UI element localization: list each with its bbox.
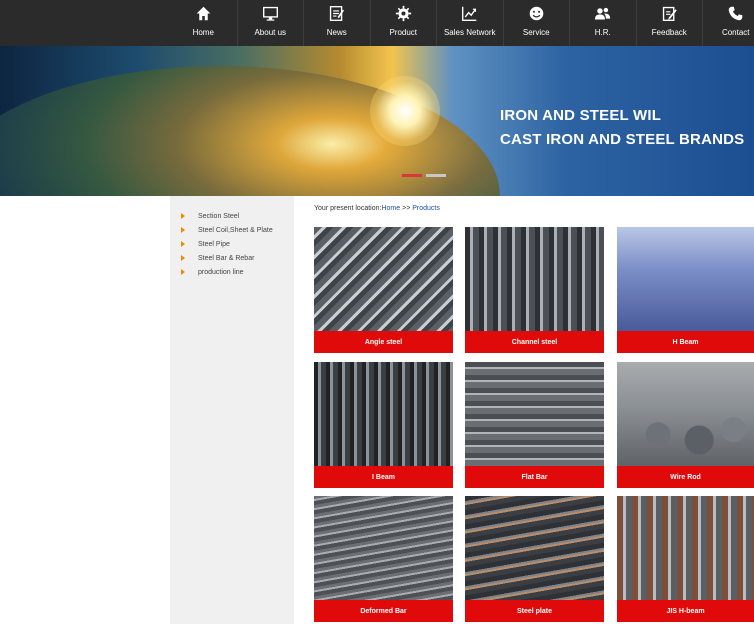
nav-label: H.R. bbox=[594, 28, 611, 37]
nav-item-about-us[interactable]: About us bbox=[236, 0, 304, 46]
sidebar-item-steel-pipe[interactable]: Steel Pipe bbox=[170, 237, 294, 251]
product-image bbox=[465, 362, 604, 466]
slider-dot-2[interactable] bbox=[426, 174, 446, 177]
product-card-i-beam[interactable]: I Beam bbox=[314, 362, 453, 488]
product-caption: Deformed Bar bbox=[314, 600, 453, 622]
nav-item-product[interactable]: Product bbox=[369, 0, 437, 46]
product-image bbox=[314, 362, 453, 466]
nav-label: Service bbox=[522, 28, 550, 37]
top-nav-bar: Home About us News Product Sales Network… bbox=[0, 0, 754, 46]
sidebar-item-label: Steel Coil,Sheet & Plate bbox=[198, 226, 273, 234]
product-card-flat-bar[interactable]: Flat Bar bbox=[465, 362, 604, 488]
sidebar-item-production-line[interactable]: production line bbox=[170, 265, 294, 279]
smiley-icon bbox=[529, 6, 544, 21]
phone-icon bbox=[728, 6, 743, 21]
product-caption: Wire Rod bbox=[617, 466, 754, 488]
gear-icon bbox=[395, 5, 411, 22]
product-caption: H Beam bbox=[617, 331, 754, 353]
slider-indicator bbox=[402, 174, 446, 177]
sidebar-item-section-steel[interactable]: Section Steel bbox=[170, 209, 294, 223]
sidebar-item-label: production line bbox=[198, 268, 244, 276]
product-image bbox=[314, 496, 453, 600]
product-caption: JIS H-beam bbox=[617, 600, 754, 622]
breadcrumb-home-link[interactable]: Home bbox=[381, 205, 400, 212]
nav-item-news[interactable]: News bbox=[303, 0, 370, 46]
product-caption: Channel steel bbox=[465, 331, 604, 353]
slider-dot-1[interactable] bbox=[402, 174, 422, 177]
nav-item-feedback[interactable]: Feedback bbox=[635, 0, 703, 46]
breadcrumb: Your present location:Home >> Products bbox=[314, 205, 440, 212]
monitor-icon bbox=[262, 6, 278, 21]
product-card-angle-steel[interactable]: Angle steel bbox=[314, 227, 453, 353]
product-image bbox=[617, 227, 754, 331]
arrow-right-icon bbox=[181, 227, 185, 233]
nav-item-sales-network[interactable]: Sales Network bbox=[436, 0, 503, 46]
sidebar-item-steel-coil[interactable]: Steel Coil,Sheet & Plate bbox=[170, 223, 294, 237]
sidebar-item-label: Section Steel bbox=[198, 212, 240, 220]
sidebar-item-steel-bar[interactable]: Steel Bar & Rebar bbox=[170, 251, 294, 265]
product-caption: I Beam bbox=[314, 466, 453, 488]
breadcrumb-current-link[interactable]: Products bbox=[412, 205, 440, 212]
breadcrumb-prefix: Your present location: bbox=[314, 205, 382, 212]
sunlight-glow bbox=[370, 76, 440, 146]
nav-label: News bbox=[326, 28, 347, 37]
product-caption: Steel plate bbox=[465, 600, 604, 622]
nav-item-home[interactable]: Home bbox=[170, 0, 237, 46]
breadcrumb-separator: >> bbox=[400, 205, 413, 212]
arrow-right-icon bbox=[181, 269, 185, 275]
product-card-steel-plate[interactable]: Steel plate bbox=[465, 496, 604, 624]
product-image bbox=[314, 227, 453, 331]
main-nav: Home About us News Product Sales Network… bbox=[170, 0, 754, 46]
category-sidebar: Section Steel Steel Coil,Sheet & Plate S… bbox=[170, 196, 294, 624]
arrow-right-icon bbox=[181, 213, 185, 219]
nav-item-hr[interactable]: H.R. bbox=[569, 0, 636, 46]
users-icon bbox=[595, 7, 611, 20]
hero-banner: IRON AND STEEL WIL CAST IRON AND STEEL B… bbox=[0, 46, 754, 196]
product-caption: Flat Bar bbox=[465, 466, 604, 488]
product-card-jis-h-beam[interactable]: JIS H-beam bbox=[617, 496, 754, 624]
nav-label: Home bbox=[192, 28, 214, 37]
banner-headline-1: IRON AND STEEL WIL bbox=[500, 107, 662, 124]
product-card-channel-steel[interactable]: Channel steel bbox=[465, 227, 604, 353]
nav-item-contact[interactable]: Contact bbox=[702, 0, 754, 46]
arrow-right-icon bbox=[181, 255, 185, 261]
product-card-deformed-bar[interactable]: Deformed Bar bbox=[314, 496, 453, 624]
nav-label: About us bbox=[254, 28, 287, 37]
product-card-wire-rod[interactable]: Wire Rod bbox=[617, 362, 754, 488]
product-image bbox=[617, 496, 754, 600]
news-icon bbox=[330, 6, 345, 21]
product-caption: Angle steel bbox=[314, 331, 453, 353]
nav-label: Product bbox=[389, 28, 418, 37]
chart-icon bbox=[462, 6, 477, 21]
banner-headline-2: CAST IRON AND STEEL BRANDS bbox=[500, 131, 745, 148]
nav-item-service[interactable]: Service bbox=[502, 0, 570, 46]
product-image bbox=[465, 227, 604, 331]
product-image bbox=[617, 362, 754, 466]
nav-label: Sales Network bbox=[443, 28, 496, 37]
edit-icon bbox=[662, 6, 677, 21]
nav-label: Feedback bbox=[651, 28, 687, 37]
nav-label: Contact bbox=[721, 28, 750, 37]
product-card-h-beam[interactable]: H Beam bbox=[617, 227, 754, 353]
product-image bbox=[465, 496, 604, 600]
home-icon bbox=[196, 6, 211, 21]
sidebar-item-label: Steel Pipe bbox=[198, 240, 230, 248]
sidebar-item-label: Steel Bar & Rebar bbox=[198, 254, 255, 262]
arrow-right-icon bbox=[181, 241, 185, 247]
